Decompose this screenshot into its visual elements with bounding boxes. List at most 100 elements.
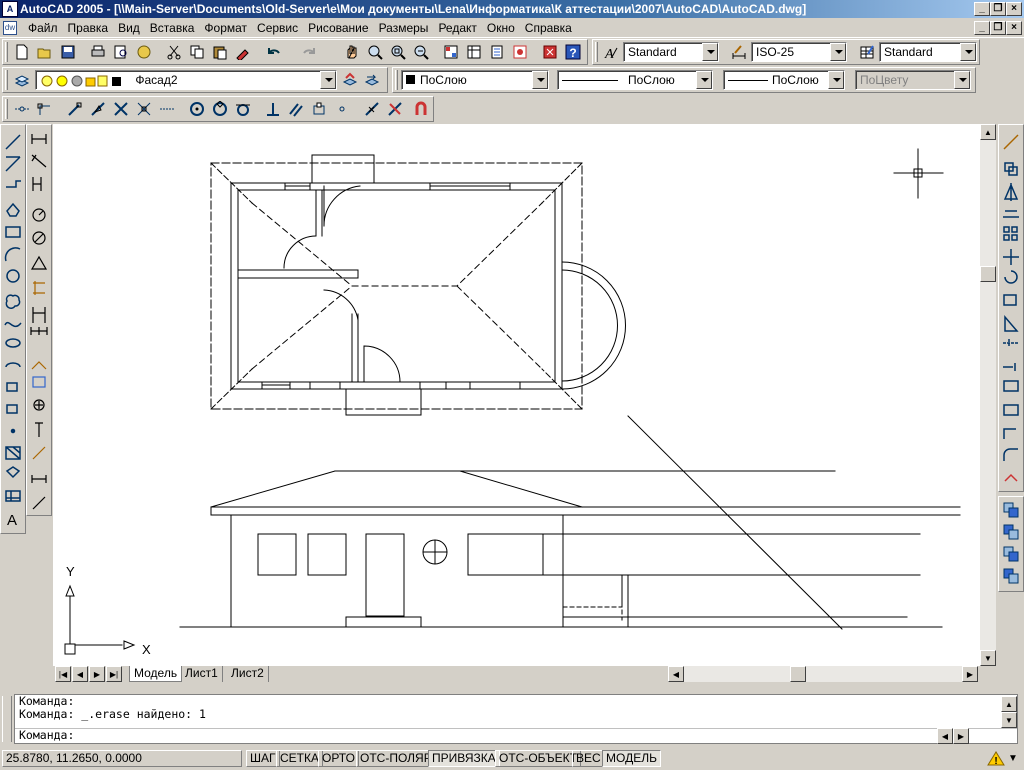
undo-icon[interactable] <box>262 41 284 63</box>
snap-endpoint-icon[interactable] <box>64 98 86 120</box>
scroll-down-icon[interactable]: ▼ <box>980 650 996 666</box>
snap-apparent-intersection-icon[interactable] <box>133 98 155 120</box>
table-style-icon[interactable] <box>856 41 878 63</box>
lineweight-select[interactable]: ПоСлою <box>723 70 845 90</box>
properties-icon[interactable] <box>440 41 462 63</box>
layer-manager-icon[interactable] <box>11 69 33 91</box>
command-prompt[interactable]: Команда: <box>15 728 1017 742</box>
make-layer-current-icon[interactable] <box>339 69 361 91</box>
tool-palettes-icon[interactable] <box>486 41 508 63</box>
paste-icon[interactable] <box>209 41 231 63</box>
menu-insert[interactable]: Вставка <box>145 19 200 37</box>
plot-preview-icon[interactable] <box>110 41 132 63</box>
text-style-icon[interactable]: A <box>600 41 622 63</box>
color-select[interactable]: ПоСлою <box>401 70 549 90</box>
drawing-canvas[interactable]: Y X <box>53 124 980 666</box>
dim-style-icon[interactable] <box>728 41 750 63</box>
snap-center-icon[interactable] <box>186 98 208 120</box>
copy-icon[interactable] <box>186 41 208 63</box>
pan-realtime-icon[interactable] <box>341 41 363 63</box>
snap-extension-icon[interactable] <box>156 98 178 120</box>
scroll-thumb-vertical[interactable] <box>980 266 996 282</box>
menu-window[interactable]: Окно <box>482 19 520 37</box>
help-icon[interactable]: ? <box>562 41 584 63</box>
doc-close-icon[interactable]: × <box>1006 21 1022 35</box>
linetype-select[interactable]: ПоСлою <box>557 70 713 90</box>
tab-model[interactable]: Модель <box>129 666 183 682</box>
cmd-scroll-left-icon[interactable]: ◀ <box>937 728 953 744</box>
snap-none-icon[interactable] <box>384 98 406 120</box>
horizontal-scrollbar[interactable]: ◀ ▶ <box>668 666 978 682</box>
new-icon[interactable] <box>11 41 33 63</box>
snap-perpendicular-icon[interactable] <box>262 98 284 120</box>
menu-view[interactable]: Вид <box>113 19 145 37</box>
autocad-app-icon[interactable]: A <box>2 1 18 17</box>
match-properties-icon[interactable] <box>232 41 254 63</box>
snap-parallel-icon[interactable] <box>285 98 307 120</box>
menu-edit[interactable]: Правка <box>63 19 114 37</box>
snap-insert-icon[interactable] <box>308 98 330 120</box>
close-icon[interactable]: × <box>1006 2 1022 16</box>
menu-draw[interactable]: Рисование <box>303 19 373 37</box>
tab-last-icon[interactable]: ▶| <box>106 666 122 682</box>
scroll-right-icon[interactable]: ▶ <box>962 666 978 682</box>
vertical-scrollbar[interactable]: ▲ ▼ <box>980 124 996 666</box>
toggle-ortho[interactable]: ОРТО <box>318 750 359 767</box>
menu-format[interactable]: Формат <box>199 19 252 37</box>
snap-midpoint-icon[interactable] <box>87 98 109 120</box>
command-window-grip[interactable] <box>2 696 12 742</box>
zoom-window-icon[interactable] <box>387 41 409 63</box>
open-icon[interactable] <box>34 41 56 63</box>
tab-layout1[interactable]: Лист1 <box>181 666 223 682</box>
tab-next-icon[interactable]: ▶ <box>89 666 105 682</box>
snap-intersection-icon[interactable] <box>110 98 132 120</box>
text-style-select[interactable]: Standard <box>623 42 719 62</box>
redo-icon[interactable] <box>299 41 321 63</box>
zoom-previous-icon[interactable] <box>410 41 432 63</box>
toggle-grid[interactable]: СЕТКА <box>276 750 323 767</box>
restore-icon[interactable]: ❐ <box>990 2 1006 16</box>
scroll-left-icon[interactable]: ◀ <box>668 666 684 682</box>
scroll-up-icon[interactable]: ▲ <box>980 124 996 140</box>
toggle-snap[interactable]: ШАГ <box>246 750 280 767</box>
plot-icon[interactable] <box>87 41 109 63</box>
snap-tangent-icon[interactable] <box>232 98 254 120</box>
menu-file[interactable]: Файл <box>23 19 63 37</box>
toggle-osnap[interactable]: ПРИВЯЗКА <box>428 750 500 767</box>
toggle-model[interactable]: МОДЕЛЬ <box>602 750 661 767</box>
scroll-thumb-horizontal[interactable] <box>790 666 806 682</box>
minimize-icon[interactable]: _ <box>974 2 990 16</box>
snap-node-icon[interactable] <box>331 98 353 120</box>
zoom-realtime-icon[interactable] <box>364 41 386 63</box>
cmd-scroll-right-icon[interactable]: ▶ <box>953 728 969 744</box>
document-icon[interactable]: dw <box>3 20 17 35</box>
snap-nearest-icon[interactable] <box>361 98 383 120</box>
cut-icon[interactable] <box>163 41 185 63</box>
menu-help[interactable]: Справка <box>520 19 577 37</box>
doc-minimize-icon[interactable]: _ <box>974 21 990 35</box>
osnap-settings-icon[interactable] <box>410 98 432 120</box>
table-style-select[interactable]: Standard <box>879 42 977 62</box>
status-menu-icon[interactable]: ▼ <box>1008 750 1022 767</box>
command-window[interactable]: Команда: Команда: _.erase найдено: 1 Ком… <box>14 694 1018 744</box>
toggle-polar[interactable]: ОТС-ПОЛЯР <box>356 750 436 767</box>
cmd-scroll-up-icon[interactable]: ▲ <box>1001 696 1017 712</box>
temporary-tracking-icon[interactable] <box>11 98 33 120</box>
menu-modify[interactable]: Редакт <box>433 19 481 37</box>
doc-restore-icon[interactable]: ❐ <box>990 21 1006 35</box>
design-center-icon[interactable] <box>463 41 485 63</box>
dim-style-select[interactable]: ISO-25 <box>751 42 847 62</box>
cmd-scroll-down-icon[interactable]: ▼ <box>1001 712 1017 728</box>
coordinates-display[interactable]: 25.8780, 11.2650, 0.0000 <box>2 750 242 767</box>
snap-from-icon[interactable] <box>34 98 56 120</box>
menu-tools[interactable]: Сервис <box>252 19 303 37</box>
toggle-otrack[interactable]: ОТС-ОБЪЕКТ <box>495 750 581 767</box>
tab-layout2[interactable]: Лист2 <box>227 666 269 682</box>
menu-dimension[interactable]: Размеры <box>374 19 434 37</box>
toggle-lineweight[interactable]: ВЕС <box>572 750 605 767</box>
save-icon[interactable] <box>57 41 79 63</box>
layer-previous-icon[interactable] <box>361 69 383 91</box>
communication-center-icon[interactable]: ! <box>986 750 1006 767</box>
sheet-set-icon[interactable] <box>509 41 531 63</box>
tab-prev-icon[interactable]: ◀ <box>72 666 88 682</box>
